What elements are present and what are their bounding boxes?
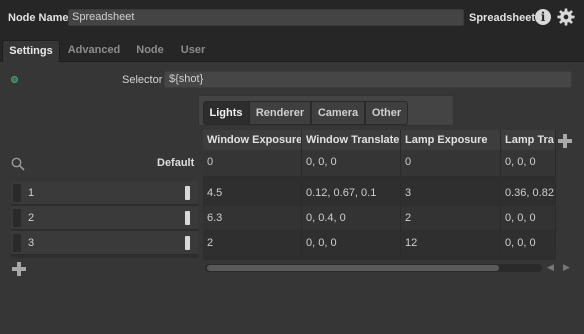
node-name-label: Node Name xyxy=(8,12,69,24)
tab-advanced[interactable]: Advanced xyxy=(64,40,124,62)
table-cell[interactable]: 0.12, 0.67, 0.1 xyxy=(302,181,401,205)
table-cell[interactable]: 4.5 xyxy=(203,181,302,205)
table-cell[interactable]: 0, 0, 0 xyxy=(501,206,556,230)
row-drag-handle[interactable] xyxy=(13,184,21,202)
selector-label: Selector xyxy=(122,74,163,86)
column-header[interactable]: Lamp Exposure xyxy=(401,130,501,150)
row-number: 3 xyxy=(28,237,35,249)
tab-user[interactable]: User xyxy=(176,40,210,62)
status-indicator xyxy=(11,76,18,83)
default-cell[interactable]: 0 xyxy=(203,150,302,176)
row-number: 1 xyxy=(28,187,35,199)
table-cell[interactable]: 0, 0, 0 xyxy=(501,231,556,255)
column-header[interactable]: Lamp Tra xyxy=(501,130,556,150)
default-cell[interactable]: 0 xyxy=(401,150,501,176)
category-tab-renderer[interactable]: Renderer xyxy=(249,101,311,125)
table-cell[interactable]: 6.3 xyxy=(203,206,302,230)
info-icon[interactable]: i xyxy=(535,9,551,25)
row-drag-handle[interactable] xyxy=(13,234,21,252)
row-enable-toggle[interactable] xyxy=(185,211,190,225)
row-number: 2 xyxy=(28,212,35,224)
table-cell[interactable]: 2 xyxy=(401,206,501,230)
category-tab-lights[interactable]: Lights xyxy=(203,101,249,125)
table-cell[interactable]: 3 xyxy=(401,181,501,205)
scroll-right-icon[interactable]: ▶ xyxy=(563,262,570,273)
default-cell[interactable]: 0, 0, 0 xyxy=(302,150,401,176)
row-drag-handle[interactable] xyxy=(13,209,21,227)
row-enable-toggle[interactable] xyxy=(185,186,190,200)
gear-icon[interactable] xyxy=(557,8,575,26)
tab-node[interactable]: Node xyxy=(131,40,169,62)
add-row-icon[interactable] xyxy=(12,262,26,276)
category-tab-camera[interactable]: Camera xyxy=(311,101,365,125)
default-row-label: Default xyxy=(157,157,195,169)
category-tab-other[interactable]: Other xyxy=(365,101,408,125)
tab-settings[interactable]: Settings xyxy=(2,40,60,62)
node-type-label: Spreadsheet xyxy=(469,12,536,24)
table-cell[interactable]: 0.36, 0.82, xyxy=(501,181,556,205)
node-name-input[interactable]: Spreadsheet xyxy=(68,9,464,26)
row-enable-toggle[interactable] xyxy=(185,236,190,250)
scrollbar-thumb[interactable] xyxy=(207,265,499,271)
table-cell[interactable]: 0, 0.4, 0 xyxy=(302,206,401,230)
table-cell[interactable]: 12 xyxy=(401,231,501,255)
default-cell[interactable]: 0, 0, 0 xyxy=(501,150,556,176)
add-column-icon[interactable] xyxy=(558,134,572,148)
search-icon[interactable] xyxy=(11,157,25,171)
table-cell[interactable]: 0, 0, 0 xyxy=(302,231,401,255)
column-header[interactable]: Window Translate xyxy=(302,130,401,150)
table-row-header[interactable]: 3 xyxy=(11,231,198,255)
scroll-left-icon[interactable]: ◀ xyxy=(547,262,554,273)
column-header[interactable]: Window Exposure xyxy=(203,130,302,150)
table-row-header[interactable]: 1 xyxy=(11,181,198,205)
table-row-header[interactable]: 2 xyxy=(11,206,198,230)
selector-input[interactable]: ${shot} xyxy=(164,71,572,88)
table-cell[interactable]: 2 xyxy=(203,231,302,255)
